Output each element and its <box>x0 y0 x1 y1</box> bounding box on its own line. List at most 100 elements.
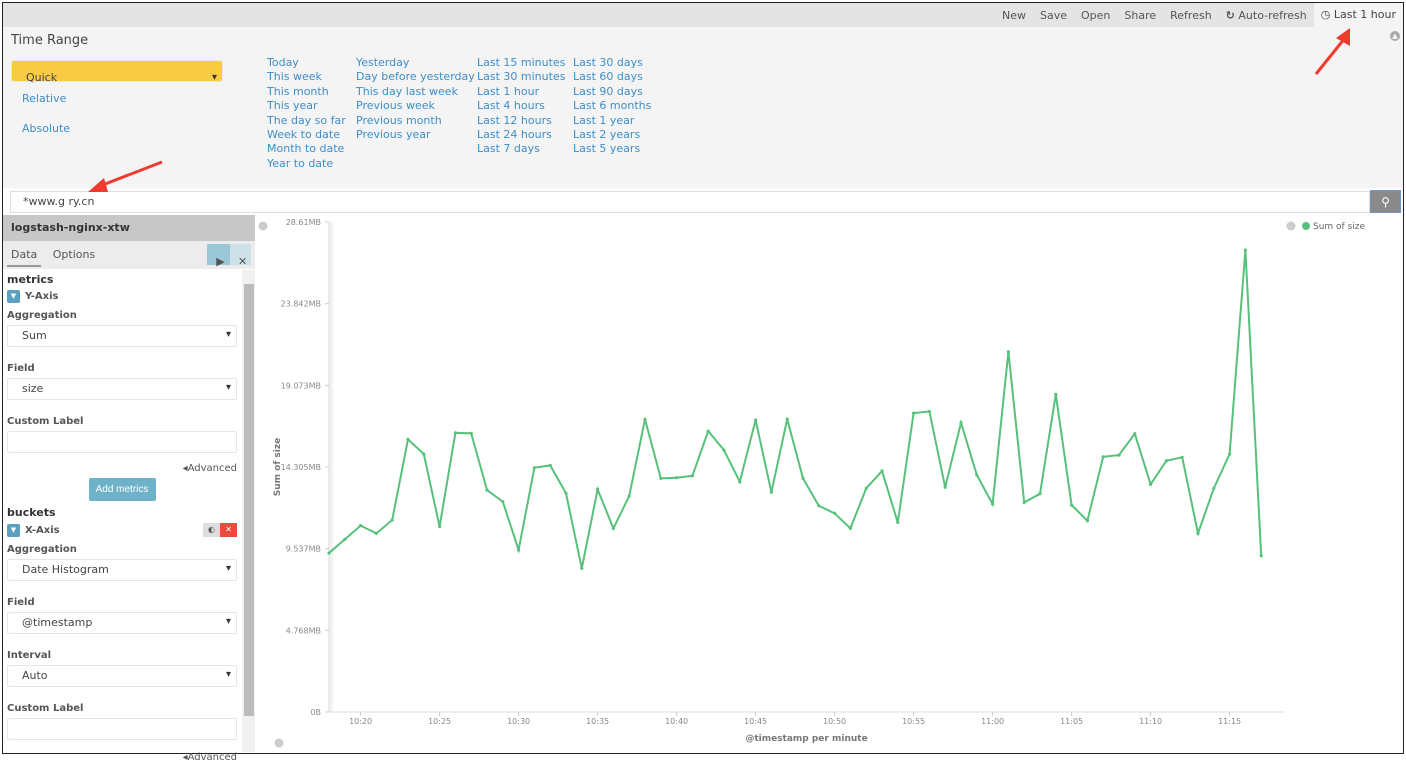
quick-range-link[interactable]: Year to date <box>267 157 346 171</box>
quick-range-link[interactable]: Previous month <box>356 114 475 128</box>
quick-range-link[interactable]: Last 2 years <box>573 128 651 142</box>
tab-data[interactable]: Data <box>7 241 42 267</box>
collapse-sidebar-icon[interactable] <box>258 221 268 231</box>
x-tick-label: 11:10 <box>1139 717 1162 726</box>
quick-range-link[interactable]: Last 90 days <box>573 85 651 99</box>
data-point <box>611 526 616 530</box>
metrics-advanced-toggle[interactable]: ◂Advanced <box>7 463 237 474</box>
legend-toggle-icon[interactable] <box>1286 221 1296 231</box>
data-point <box>343 537 347 541</box>
quick-range-link[interactable]: Week to date <box>267 128 346 142</box>
data-point <box>327 551 331 555</box>
quick-range-link[interactable]: Last 6 months <box>573 99 651 113</box>
quick-range-link[interactable]: Last 24 hours <box>477 128 565 142</box>
add-metrics-button[interactable]: Add metrics <box>88 478 156 501</box>
y-axis-band <box>329 222 333 712</box>
y-tick-label: 0B <box>310 708 321 717</box>
quick-range-link[interactable]: Yesterday <box>356 56 475 70</box>
scrollbar-thumb[interactable] <box>244 284 254 716</box>
collapse-icon[interactable]: ▲ <box>1390 31 1400 41</box>
quick-range-link[interactable]: This week <box>267 70 346 84</box>
metrics-aggregation-select[interactable]: Sum <box>7 325 237 347</box>
x-tick-label: 10:30 <box>507 717 530 726</box>
data-point <box>501 500 505 504</box>
metrics-custom-label-input[interactable] <box>7 431 237 453</box>
tab-options[interactable]: Options <box>49 241 99 265</box>
quick-range-link[interactable]: Day before yesterday <box>356 70 475 84</box>
quick-range-link[interactable]: Today <box>267 56 346 70</box>
quick-range-link[interactable]: This month <box>267 85 346 99</box>
quick-range-link[interactable]: Last 60 days <box>573 70 651 84</box>
sidebar-tabs: Data Options ▶ ✕ <box>3 241 255 269</box>
search-button[interactable]: ⚲ <box>1370 190 1401 213</box>
quick-column-1: Today This week This month This year The day… <box>267 56 346 171</box>
caret-down-icon[interactable]: ▼ <box>7 523 20 537</box>
data-point <box>880 469 884 473</box>
x-axis-row[interactable]: ▼ X-Axis ◐ ✕ <box>7 523 237 537</box>
mode-absolute[interactable]: Absolute <box>11 115 223 143</box>
quick-range-link[interactable]: Last 7 days <box>477 142 565 156</box>
quick-range-link[interactable]: Previous year <box>356 128 475 142</box>
quick-range-link[interactable]: Previous week <box>356 99 475 113</box>
quick-range-link[interactable]: Last 12 hours <box>477 114 565 128</box>
nav-share[interactable]: Share <box>1117 9 1163 22</box>
nav-auto-refresh[interactable]: ↻ Auto-refresh <box>1219 9 1314 22</box>
quick-range-link[interactable]: Last 1 year <box>573 114 651 128</box>
nav-refresh[interactable]: Refresh <box>1163 9 1219 22</box>
metrics-field-select[interactable]: size <box>7 378 237 400</box>
expand-spy-icon[interactable] <box>274 738 284 748</box>
data-point <box>722 448 726 452</box>
quick-range-link[interactable]: This year <box>267 99 346 113</box>
data-point <box>1212 486 1216 490</box>
data-point <box>1054 392 1058 396</box>
data-point <box>943 485 947 489</box>
buckets-aggregation-select[interactable]: Date Histogram <box>7 559 237 581</box>
clock-icon: ◷ <box>1320 8 1331 21</box>
quick-range-link[interactable]: Last 30 minutes <box>477 70 565 84</box>
data-point <box>596 487 600 491</box>
buckets-field-select[interactable]: @timestamp <box>7 612 237 634</box>
quick-range-link[interactable]: Last 4 hours <box>477 99 565 113</box>
buckets-custom-label-input[interactable] <box>7 718 237 740</box>
mode-quick[interactable]: Quick <box>11 60 223 92</box>
quick-range-link[interactable]: Last 1 hour <box>477 85 565 99</box>
data-point <box>438 525 442 529</box>
remove-icon[interactable]: ✕ <box>220 523 237 537</box>
data-point <box>785 417 789 421</box>
field-label: Field <box>7 363 35 374</box>
data-point <box>532 466 537 470</box>
nav-open[interactable]: Open <box>1074 9 1117 22</box>
quick-range-link[interactable]: This day last week <box>356 85 475 99</box>
caret-down-icon[interactable]: ▼ <box>7 290 20 303</box>
quick-range-link[interactable]: Last 5 years <box>573 142 651 156</box>
data-point <box>690 474 695 478</box>
data-point <box>485 488 489 492</box>
x-tick-label: 10:35 <box>586 717 609 726</box>
time-picker-button[interactable]: ◷ Last 1 hour <box>1313 3 1403 27</box>
data-point <box>659 476 663 480</box>
quick-range-link[interactable]: Last 15 minutes <box>477 56 565 70</box>
data-point <box>1022 500 1026 504</box>
y-tick-label: 4.768MB <box>286 626 321 635</box>
toggle-icon[interactable]: ◐ <box>203 523 220 537</box>
data-point <box>1259 554 1263 558</box>
top-nav: New Save Open Share Refresh ↻ Auto-refre… <box>3 3 1403 27</box>
nav-new[interactable]: New <box>995 9 1033 22</box>
nav-save[interactable]: Save <box>1033 9 1074 22</box>
quick-range-link[interactable]: The day so far <box>267 114 346 128</box>
x-tick-label: 10:20 <box>349 717 372 726</box>
data-point <box>817 504 821 508</box>
search-input[interactable]: *www.g ry.cn <box>10 191 1370 213</box>
quick-range-link[interactable]: Month to date <box>267 142 346 156</box>
apply-button[interactable]: ▶ <box>207 244 230 268</box>
x-tick-label: 10:25 <box>428 717 451 726</box>
quick-range-link[interactable]: Last 30 days <box>573 56 651 70</box>
data-point <box>643 417 647 421</box>
sidebar-scrollbar[interactable] <box>242 270 255 752</box>
mode-relative[interactable]: Relative <box>11 85 223 113</box>
data-point <box>833 511 837 515</box>
interval-select[interactable]: Auto <box>7 665 237 687</box>
y-axis-row[interactable]: ▼ Y-Axis <box>7 290 237 303</box>
discard-button[interactable]: ✕ <box>230 244 251 268</box>
x-tick-label: 10:40 <box>665 717 688 726</box>
